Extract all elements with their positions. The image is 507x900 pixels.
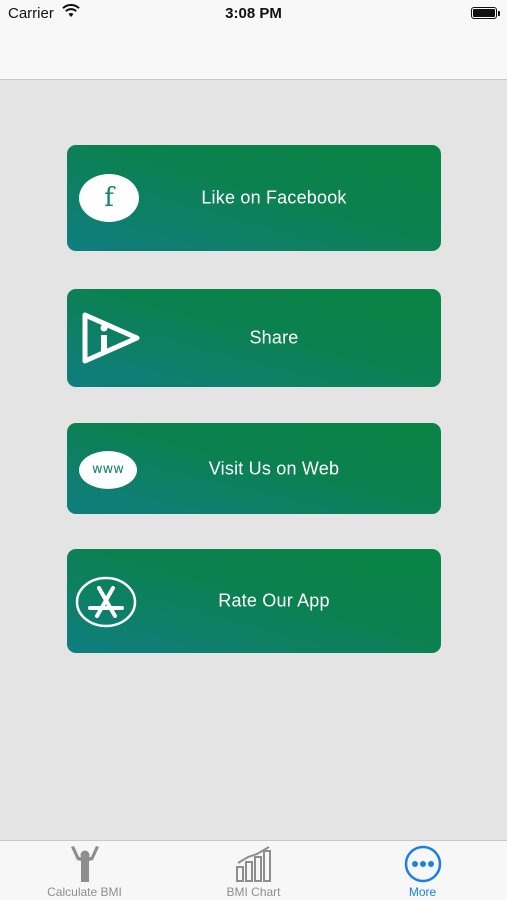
like-on-facebook-button[interactable]: f Like on Facebook [67, 145, 441, 251]
battery-icon [471, 7, 500, 19]
tab-bar: Calculate BMI BMI Chart More [0, 840, 507, 900]
tab-label: More [408, 885, 437, 899]
button-label: Rate Our App [218, 590, 330, 611]
button-label: Visit Us on Web [208, 458, 340, 478]
button-label: Share [249, 327, 299, 348]
tab-bmi-chart[interactable]: BMI Chart [169, 841, 338, 900]
tab-calculate-bmi[interactable]: Calculate BMI [0, 841, 169, 900]
tab-label: BMI Chart [226, 885, 281, 899]
person-icon [70, 846, 99, 882]
rate-our-app-button[interactable]: Rate Our App [67, 549, 441, 653]
more-icon [404, 845, 441, 883]
status-bar: Carrier 3:08 PM [0, 0, 507, 28]
more-screen: Carrier 3:08 PM f Like on Facebook Share… [0, 0, 507, 900]
status-time: 3:08 PM [225, 5, 282, 22]
tab-label: Calculate BMI [47, 885, 122, 899]
bar-chart-icon [235, 846, 271, 882]
visit-us-on-web-button[interactable]: www Visit Us on Web [67, 423, 441, 514]
button-label: Like on Facebook [201, 187, 347, 208]
share-button[interactable]: Share [67, 289, 441, 387]
navigation-bar: Carrier 3:08 PM [0, 0, 507, 80]
tab-more[interactable]: More [338, 841, 507, 900]
